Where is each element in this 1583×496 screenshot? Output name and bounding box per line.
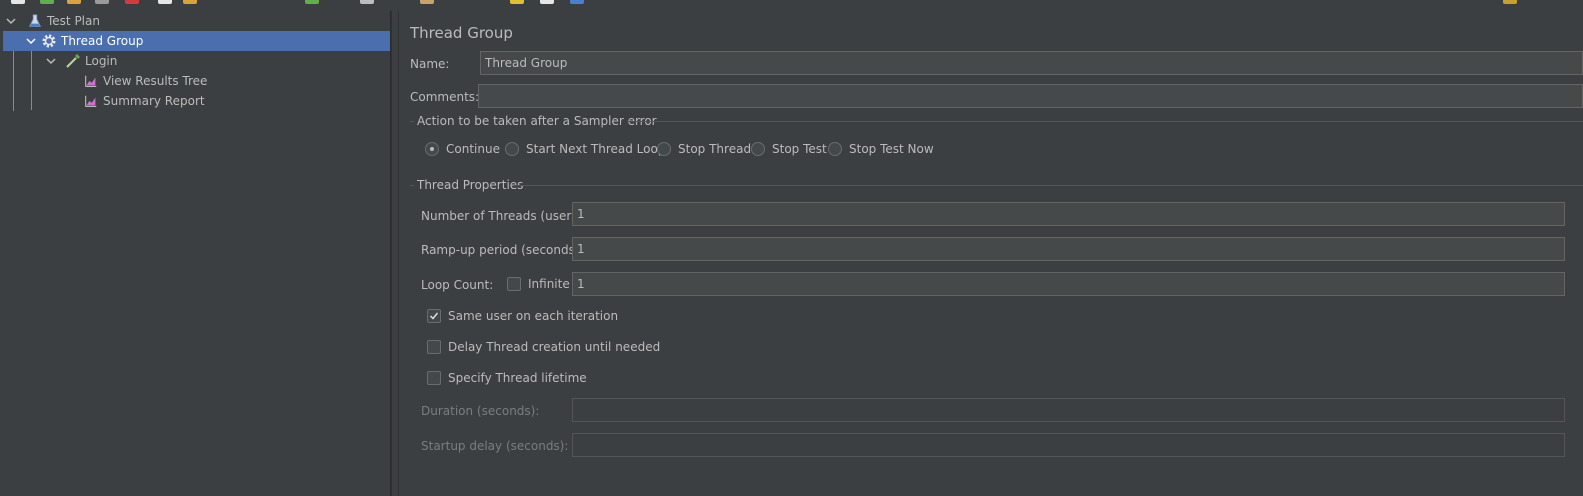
comments-field[interactable] (478, 84, 1583, 108)
same-user-checkbox[interactable]: Same user on each iteration (427, 309, 618, 323)
page-title: Thread Group (410, 24, 513, 42)
checkbox-icon[interactable] (507, 277, 521, 291)
graph-icon (83, 93, 99, 109)
tree-item-label: Summary Report (103, 94, 205, 108)
thread-group-panel: Thread Group Name: Comments: Action to b… (399, 11, 1583, 496)
save-icon[interactable] (95, 0, 109, 4)
startup-delay-field (572, 433, 1565, 457)
tree-item-label: Thread Group (61, 34, 144, 48)
open-icon[interactable] (67, 0, 81, 4)
loop-count-field[interactable] (572, 272, 1565, 296)
chevron-down-icon[interactable] (5, 15, 17, 27)
thread-lifetime-checkbox[interactable]: Specify Thread lifetime (427, 371, 587, 385)
radio-label: Stop Test (772, 142, 827, 156)
radio-continue[interactable]: Continue (425, 142, 500, 156)
name-label: Name: (410, 57, 450, 71)
radio-stop-thread[interactable]: Stop Thread (657, 142, 751, 156)
radio-stop-test[interactable]: Stop Test (751, 142, 827, 156)
radio-selected-icon[interactable] (425, 142, 439, 156)
templates-icon[interactable] (40, 0, 54, 4)
group-border (410, 121, 414, 122)
tree-item-label: Test Plan (47, 14, 100, 28)
graph-icon (83, 73, 99, 89)
test-plan-tree: Test Plan Thread Group Login View Result… (3, 11, 391, 496)
group-border (514, 185, 1583, 186)
delay-thread-label: Delay Thread creation until needed (448, 340, 661, 354)
chevron-down-icon[interactable] (25, 35, 37, 47)
radio-icon[interactable] (828, 142, 842, 156)
duration-field (572, 398, 1565, 422)
radio-icon[interactable] (657, 142, 671, 156)
radio-start-next-thread-loop[interactable]: Start Next Thread Loop (505, 142, 665, 156)
radio-label: Continue (446, 142, 500, 156)
warning-icon[interactable] (1503, 0, 1517, 4)
tree-item-summary-report[interactable]: Summary Report (83, 91, 205, 111)
radio-label: Stop Thread (678, 142, 752, 156)
tree-item-view-results-tree[interactable]: View Results Tree (83, 71, 207, 91)
start-icon[interactable] (305, 0, 319, 4)
group-border (627, 121, 1583, 122)
help-icon[interactable] (570, 0, 584, 4)
gear-icon (41, 33, 57, 49)
startup-delay-label: Startup delay (seconds): (421, 439, 569, 453)
rampup-field[interactable] (572, 237, 1565, 261)
tree-item-label: Login (85, 54, 118, 68)
thread-properties-legend: Thread Properties (417, 178, 524, 192)
infinite-checkbox[interactable]: Infinite (507, 277, 570, 291)
stop-icon[interactable] (360, 0, 374, 4)
tree-guide-line (31, 51, 32, 110)
rampup-label: Ramp-up period (seconds): (421, 243, 584, 257)
clear-icon[interactable] (420, 0, 434, 4)
checkbox-icon[interactable] (427, 340, 441, 354)
duration-label: Duration (seconds): (421, 404, 540, 418)
radio-icon[interactable] (751, 142, 765, 156)
same-user-label: Same user on each iteration (448, 309, 619, 323)
checkbox-checked-icon[interactable] (427, 309, 441, 323)
threads-field[interactable] (572, 202, 1565, 226)
function-icon[interactable] (540, 0, 554, 4)
search-icon[interactable] (510, 0, 524, 4)
cut-icon[interactable] (125, 0, 139, 4)
radio-icon[interactable] (505, 142, 519, 156)
thread-lifetime-label: Specify Thread lifetime (448, 371, 587, 385)
flask-icon (27, 13, 43, 29)
toolbar (0, 0, 1583, 6)
chevron-down-icon[interactable] (45, 55, 57, 67)
radio-label: Start Next Thread Loop (526, 142, 666, 156)
tree-item-label: View Results Tree (103, 74, 208, 88)
radio-stop-test-now[interactable]: Stop Test Now (828, 142, 934, 156)
loop-count-label: Loop Count: (421, 278, 494, 292)
tree-item-thread-group[interactable]: Thread Group (3, 31, 390, 51)
comments-label: Comments: (410, 90, 480, 104)
panel-splitter[interactable] (391, 11, 399, 496)
sampler-error-legend: Action to be taken after a Sampler error (417, 114, 657, 128)
paste-icon[interactable] (183, 0, 197, 4)
group-border (410, 185, 414, 186)
delay-thread-checkbox[interactable]: Delay Thread creation until needed (427, 340, 660, 354)
tree-item-login[interactable]: Login (45, 51, 117, 71)
new-icon[interactable] (11, 0, 25, 4)
radio-label: Stop Test Now (849, 142, 934, 156)
infinite-label: Infinite (528, 277, 570, 291)
threads-label: Number of Threads (users): (421, 209, 587, 223)
pipette-icon (65, 53, 81, 69)
name-field[interactable] (480, 51, 1583, 75)
tree-item-test-plan[interactable]: Test Plan (3, 11, 390, 31)
copy-icon[interactable] (158, 0, 172, 4)
checkbox-icon[interactable] (427, 371, 441, 385)
